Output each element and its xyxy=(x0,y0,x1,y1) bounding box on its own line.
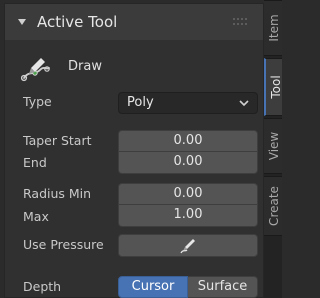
tab-tool[interactable]: Tool xyxy=(264,58,283,116)
taper-end-field[interactable]: 0.00 xyxy=(118,152,258,174)
radius-max-label: Max xyxy=(23,209,49,224)
use-pressure-label: Use Pressure xyxy=(23,237,104,252)
depth-surface-option[interactable]: Surface xyxy=(188,276,258,298)
taper-end-label: End xyxy=(23,155,47,170)
panel-header[interactable]: Active Tool xyxy=(5,4,263,40)
radius-min-label: Radius Min xyxy=(23,186,92,201)
tab-view[interactable]: View xyxy=(264,118,282,174)
disclosure-triangle-down-icon[interactable] xyxy=(17,17,27,27)
radius-min-field[interactable]: 0.00 xyxy=(118,183,258,205)
sidebar-region: Active Tool Draw Type Poly Taper Start 0… xyxy=(0,0,283,298)
tab-create-label: Create xyxy=(267,186,281,226)
taper-start-field[interactable]: 0.00 xyxy=(118,130,258,152)
type-dropdown[interactable]: Poly xyxy=(118,92,258,114)
tool-name-label: Draw xyxy=(68,59,102,74)
n-panel-tab-bar: Item Tool View Create xyxy=(264,0,283,298)
tab-item[interactable]: Item xyxy=(264,0,282,56)
draw-brush-icon xyxy=(21,58,50,82)
depth-cursor-option[interactable]: Cursor xyxy=(118,276,188,298)
pen-pressure-icon xyxy=(180,239,195,254)
tab-tool-label: Tool xyxy=(269,75,283,99)
type-dropdown-value: Poly xyxy=(127,95,154,110)
taper-start-label: Taper Start xyxy=(23,133,92,148)
radius-max-field[interactable]: 1.00 xyxy=(118,205,258,227)
type-label: Type xyxy=(23,94,52,109)
tab-item-label: Item xyxy=(267,14,281,42)
use-pressure-toggle[interactable] xyxy=(118,234,258,257)
depth-label: Depth xyxy=(23,279,62,294)
chevron-down-icon xyxy=(239,100,249,107)
tab-create[interactable]: Create xyxy=(264,176,282,236)
drag-grip-icon[interactable] xyxy=(233,16,247,28)
tab-view-label: View xyxy=(267,131,281,161)
active-tool-panel: Active Tool Draw Type Poly Taper Start 0… xyxy=(4,3,264,298)
panel-title: Active Tool xyxy=(37,13,118,31)
